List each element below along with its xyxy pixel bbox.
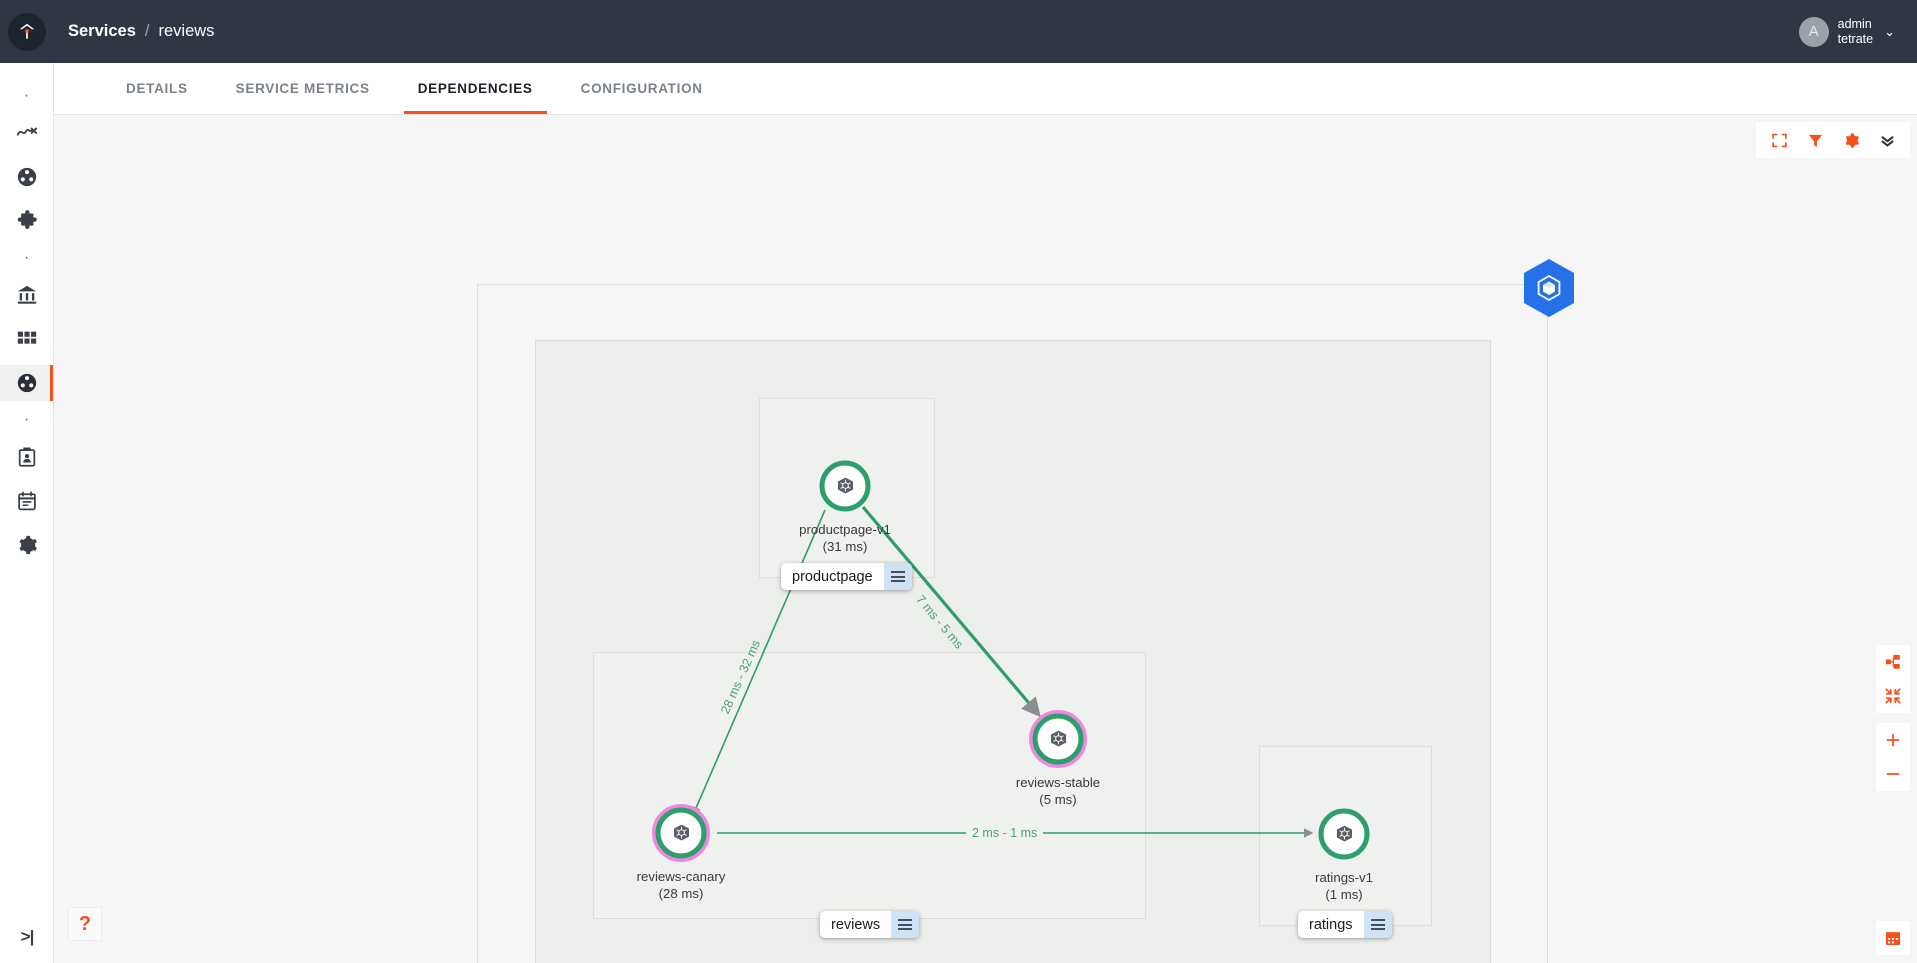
node-latency: (31 ms) (822, 538, 868, 554)
filter-icon[interactable] (1798, 123, 1832, 157)
node-name: reviews-stable (1015, 775, 1101, 790)
zoom-in-icon[interactable] (1876, 723, 1910, 757)
node-name: ratings-v1 (1315, 870, 1373, 885)
gear-settings-icon (16, 534, 38, 556)
help-button[interactable]: ? (68, 907, 102, 941)
sidebar-expand-button[interactable]: >| (0, 911, 54, 963)
node-latency: (28 ms) (658, 885, 704, 901)
breadcrumb-current: reviews (158, 22, 215, 40)
sidebar-item-service-mesh[interactable] (0, 159, 53, 195)
main-area: Services / reviews A admin tetrate ⌄ DET… (54, 0, 1917, 963)
rail-bottom: >| (0, 911, 54, 963)
sidebar-item-identity[interactable] (0, 439, 53, 475)
node-latency: (1 ms) (1325, 886, 1363, 902)
node-ring-green (1032, 713, 1084, 765)
edge-productpage-reviews-canary (691, 509, 826, 817)
grid-apps-icon (16, 328, 38, 350)
graph-toolbar (1756, 122, 1910, 158)
layout-hierarchy-icon[interactable] (1876, 645, 1910, 679)
service-mesh-icon (16, 166, 38, 188)
service-pill-ratings[interactable]: ratings (1298, 911, 1392, 938)
app-logo[interactable] (0, 0, 54, 63)
sidebar-item-settings[interactable] (0, 527, 53, 563)
zoom-control-group (1876, 723, 1910, 791)
kubernetes-icon (1336, 825, 1352, 842)
hamburger-menu-icon[interactable] (883, 563, 912, 590)
puzzle-piece-icon (16, 210, 38, 232)
node-label: reviews-canary (28 ms) (637, 869, 726, 902)
sidebar-item-workspaces[interactable] (0, 321, 53, 357)
dependency-graph-canvas[interactable]: cms-bookinfo (54, 115, 1917, 963)
user-info: admin tetrate (1838, 17, 1873, 47)
node-name: productpage-v1 (799, 522, 891, 537)
tab-service-metrics[interactable]: SERVICE METRICS (212, 63, 394, 114)
service-pill-label: ratings (1309, 916, 1353, 933)
layout-control-group (1876, 645, 1910, 713)
double-chevron-down-icon[interactable] (1870, 123, 1904, 157)
breadcrumb: Services / reviews (68, 22, 214, 41)
service-pill-reviews[interactable]: reviews (820, 911, 920, 938)
kubernetes-icon (837, 477, 853, 494)
left-nav-rail: · · · >| (0, 0, 54, 963)
rail-divider-dot-3: · (23, 411, 30, 428)
sidebar-item-services[interactable] (0, 365, 53, 401)
breadcrumb-separator: / (144, 22, 150, 40)
top-bar: Services / reviews A admin tetrate ⌄ (54, 0, 1917, 63)
node-label: productpage-v1 (31 ms) (799, 522, 891, 555)
fullscreen-icon[interactable] (1762, 123, 1796, 157)
fit-to-screen-icon[interactable] (1876, 679, 1910, 713)
kubernetes-icon (673, 824, 689, 841)
node-ring-green (1318, 808, 1370, 860)
edge-label-reviews-canary-ratings: 2 ms - 1 ms (966, 826, 1044, 840)
service-pill-label: productpage (792, 568, 873, 585)
node-ring-green (655, 807, 707, 859)
graph-view-controls (1876, 645, 1910, 791)
sidebar-item-trend-chart[interactable] (0, 115, 53, 151)
user-org: tetrate (1837, 31, 1874, 46)
tab-configuration[interactable]: CONFIGURATION (557, 63, 727, 114)
rail-items: · · · (0, 85, 53, 571)
tab-bar: DETAILS SERVICE METRICS DEPENDENCIES CON… (54, 63, 1917, 115)
gear-icon[interactable] (1834, 123, 1868, 157)
app-root: · · · >| ? Services / reviews A admin te… (0, 0, 1917, 963)
tab-details[interactable]: DETAILS (102, 63, 212, 114)
node-label: ratings-v1 (1 ms) (1315, 870, 1373, 903)
user-menu[interactable]: A admin tetrate ⌄ (1798, 16, 1895, 47)
tab-dependencies[interactable]: DEPENDENCIES (394, 63, 557, 114)
rail-divider-dot-2: · (23, 249, 30, 266)
hamburger-menu-icon[interactable] (1363, 911, 1392, 938)
kubernetes-icon (1050, 730, 1066, 747)
chevron-down-icon: ⌄ (1884, 23, 1895, 39)
service-mesh-nodes-icon (16, 372, 38, 394)
clipboard-calendar-icon (16, 490, 38, 512)
node-label: reviews-stable (5 ms) (1016, 775, 1100, 808)
trend-chart-icon (16, 122, 38, 144)
avatar: A (1798, 16, 1829, 47)
node-latency: (5 ms) (1039, 791, 1077, 807)
service-pill-productpage[interactable]: productpage (781, 563, 912, 590)
sidebar-item-integrations[interactable] (0, 203, 53, 239)
user-name: admin (1837, 16, 1872, 31)
rail-divider-dot-1: · (23, 87, 30, 104)
node-name: reviews-canary (636, 869, 726, 884)
breadcrumb-root[interactable]: Services (68, 22, 136, 41)
hamburger-menu-icon[interactable] (891, 911, 920, 938)
service-pill-label: reviews (831, 916, 881, 933)
zoom-out-icon[interactable] (1876, 757, 1910, 791)
tetrate-logo-icon (7, 12, 46, 51)
sidebar-item-audit-log[interactable] (0, 483, 53, 519)
bank-institution-icon (16, 284, 38, 306)
kubernetes-cluster-hex-icon[interactable] (1522, 258, 1576, 318)
calendar-icon[interactable] (1876, 921, 1910, 955)
sidebar-item-organization[interactable] (0, 277, 53, 313)
id-badge-icon (16, 446, 38, 468)
node-ring-pink (652, 804, 710, 862)
node-ring-green (819, 460, 871, 512)
node-ring-pink (1029, 710, 1087, 768)
